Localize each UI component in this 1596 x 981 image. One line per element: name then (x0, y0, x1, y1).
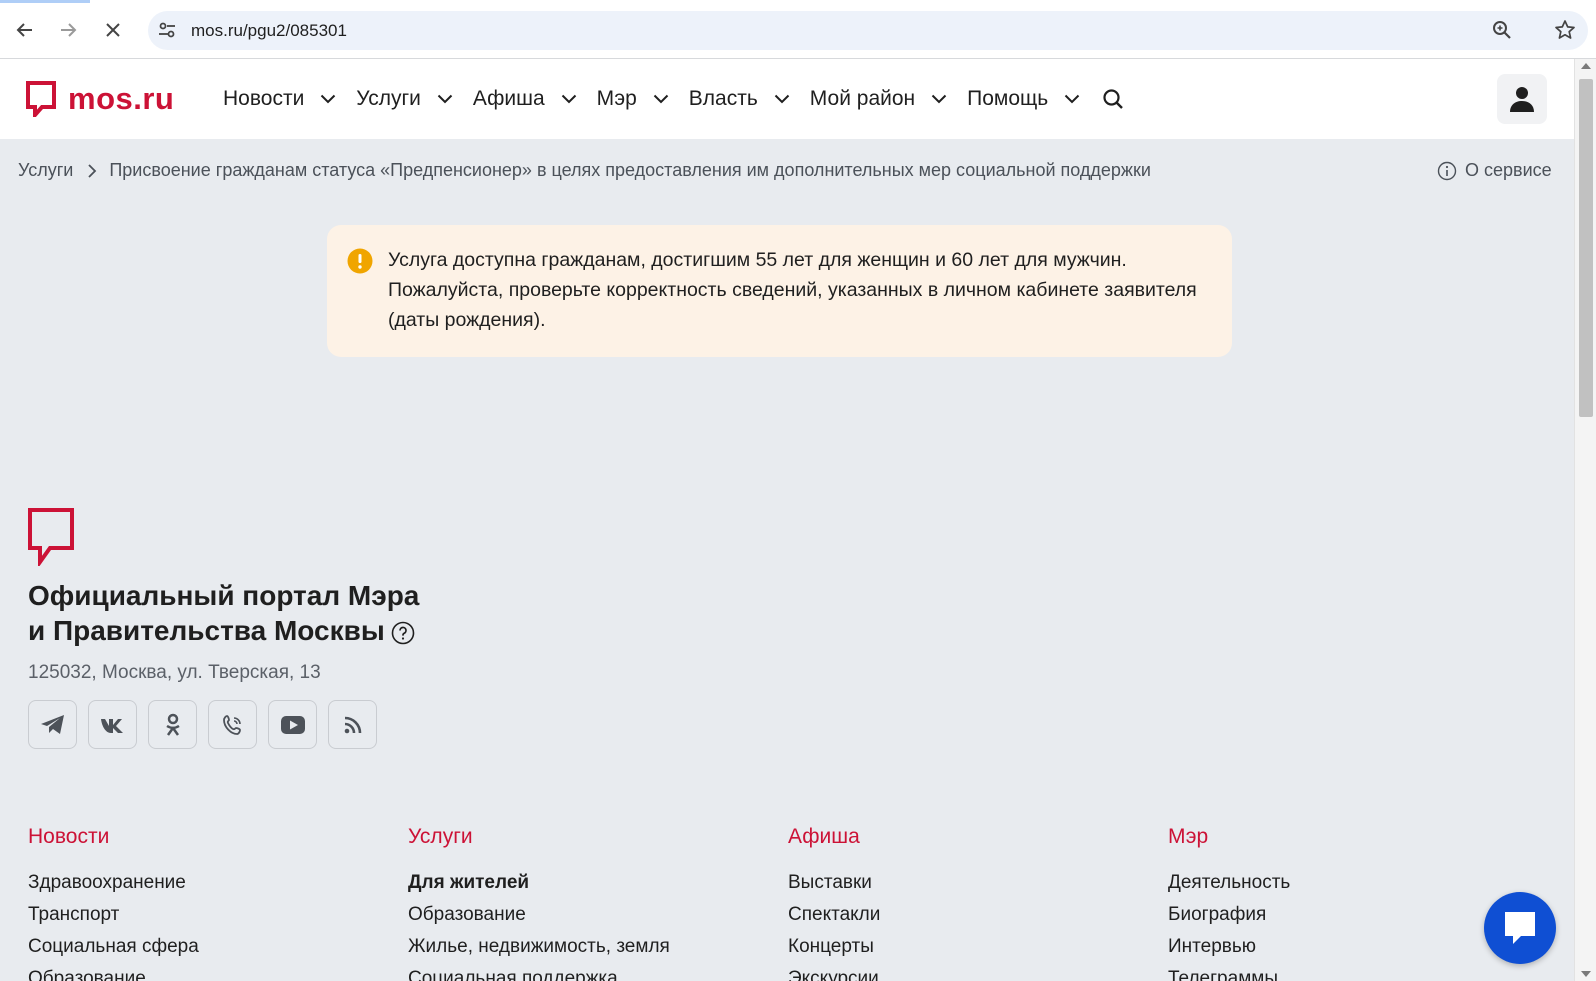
footer-link[interactable]: Телеграммы (1168, 963, 1548, 981)
breadcrumb: Услуги Присвоение гражданам статуса «Пре… (18, 160, 1151, 181)
rss-icon (344, 716, 361, 733)
footer-link[interactable]: Социальная поддержка (408, 963, 788, 981)
mos-logo[interactable]: mos.ru (26, 81, 174, 117)
menu-item-label: Новости (223, 87, 305, 110)
menu-item-label: Афиша (472, 87, 545, 110)
menu-item-5[interactable]: Мой район (810, 87, 947, 111)
footer-link[interactable]: Выставки (788, 867, 1168, 899)
chevron-down-icon (312, 94, 336, 104)
page-scrollbar[interactable] (1574, 59, 1596, 981)
odnoklassniki-icon (165, 713, 180, 736)
stop-loading-icon[interactable] (98, 15, 128, 45)
footer-link[interactable]: Социальная сфера (28, 931, 408, 963)
menu-item-label: Власть (688, 87, 758, 110)
footer-link[interactable]: Спектакли (788, 899, 1168, 931)
footer-link[interactable]: Образование (28, 963, 408, 981)
footer-column: Мэр Деятельность Биография Интервью Телеграм… (1168, 825, 1548, 981)
footer-columns: Новости Здравоохранение Транспорт Социальна… (28, 825, 1548, 981)
back-icon[interactable] (10, 15, 40, 45)
forward-icon[interactable] (53, 15, 83, 45)
footer-column-title[interactable]: Новости (28, 825, 408, 849)
youtube-icon (280, 715, 305, 734)
mos-logo-icon (26, 81, 56, 117)
menu-item-3[interactable]: Мэр (597, 87, 669, 111)
menu-item-label: Услуги (356, 87, 421, 110)
chat-icon (1505, 912, 1535, 944)
menu-item-2[interactable]: Афиша (473, 87, 577, 111)
menu-item-4[interactable]: Власть (689, 87, 790, 111)
footer-column: Новости Здравоохранение Транспорт Социальна… (28, 825, 408, 981)
chevron-down-icon (645, 94, 669, 104)
footer-address: 125032, Москва, ул. Тверская, 13 (28, 662, 321, 683)
page-load-progress (0, 0, 90, 3)
info-icon (1437, 161, 1457, 180)
menu-item-1[interactable]: Услуги (356, 87, 453, 111)
footer-link[interactable]: Экскурсии (788, 963, 1168, 981)
footer-column-title[interactable]: Афиша (788, 825, 1168, 849)
footer-column-title[interactable]: Услуги (408, 825, 788, 849)
logo-text: mos.ru (68, 81, 175, 116)
user-icon (1510, 87, 1534, 112)
vk-icon (100, 718, 123, 733)
user-account-button[interactable] (1497, 74, 1547, 124)
menu-item-0[interactable]: Новости (223, 87, 336, 111)
telegram-icon (40, 714, 64, 734)
chevron-down-icon (429, 94, 453, 104)
scroll-down-arrow[interactable] (1581, 971, 1591, 977)
scroll-up-arrow[interactable] (1581, 63, 1591, 69)
rss-button[interactable] (328, 700, 377, 749)
chevron-right-icon (87, 163, 97, 179)
question-icon[interactable] (391, 621, 415, 645)
url-text[interactable]: mos.ru/pgu2/085301 (191, 21, 347, 41)
scrollbar-thumb[interactable] (1579, 79, 1593, 417)
footer-column-title[interactable]: Мэр (1168, 825, 1548, 849)
footer-title-line1: Официальный портал Мэра (28, 580, 420, 611)
about-service-label: О сервисе (1465, 160, 1552, 180)
footer-column: Афиша Выставки Спектакли Концерты Экскурсии (788, 825, 1168, 981)
site-settings-icon[interactable] (157, 20, 177, 45)
menu-item-label: Мэр (596, 87, 637, 110)
social-links (28, 700, 377, 749)
menu-item-6[interactable]: Помощь (967, 87, 1080, 111)
viber-icon (222, 714, 241, 735)
warning-icon (347, 248, 373, 279)
footer-title: Официальный портал Мэра и Правительства … (28, 578, 419, 648)
footer-logo-icon (28, 508, 74, 571)
main-menu: Новости Услуги Афиша Мэр Власть Мой район Помо… (223, 59, 1124, 139)
footer-link[interactable]: Деятельность (1168, 867, 1548, 899)
chevron-down-icon (1056, 94, 1080, 104)
search-icon[interactable] (1102, 88, 1124, 110)
footer-link[interactable]: Образование (408, 899, 788, 931)
age-warning-alert: Услуга доступна гражданам, достигшим 55 … (327, 225, 1232, 357)
viber-button[interactable] (208, 700, 257, 749)
about-service-link[interactable]: О сервисе (1437, 160, 1552, 181)
chevron-down-icon (766, 94, 790, 104)
alert-message: Услуга доступна гражданам, достигшим 55 … (388, 249, 1197, 331)
footer-link[interactable]: Для жителей (408, 867, 788, 899)
footer-title-line2: и Правительства Москвы (28, 615, 385, 646)
footer-link[interactable]: Транспорт (28, 899, 408, 931)
vk-button[interactable] (88, 700, 137, 749)
youtube-button[interactable] (268, 700, 317, 749)
site-header: mos.ru Новости Услуги Афиша Мэр Власть Мой ра… (0, 59, 1574, 139)
telegram-button[interactable] (28, 700, 77, 749)
footer-link[interactable]: Здравоохранение (28, 867, 408, 899)
chevron-down-icon (923, 94, 947, 104)
bookmark-star-icon[interactable] (1554, 19, 1576, 46)
footer-link[interactable]: Жилье, недвижимость, земля (408, 931, 788, 963)
zoom-icon[interactable] (1491, 19, 1513, 46)
menu-item-label: Помощь (967, 87, 1049, 110)
browser-toolbar: mos.ru/pgu2/085301 (0, 0, 1596, 59)
chevron-down-icon (553, 94, 577, 104)
address-bar[interactable]: mos.ru/pgu2/085301 (148, 11, 1588, 50)
odnoklassniki-button[interactable] (148, 700, 197, 749)
breadcrumb-current: Присвоение гражданам статуса «Предпенсио… (109, 160, 1151, 180)
menu-item-label: Мой район (809, 87, 916, 110)
breadcrumb-root[interactable]: Услуги (18, 160, 73, 181)
footer-link[interactable]: Концерты (788, 931, 1168, 963)
footer-column: Услуги Для жителей Образование Жилье, недви… (408, 825, 788, 981)
chat-button[interactable] (1484, 892, 1556, 964)
